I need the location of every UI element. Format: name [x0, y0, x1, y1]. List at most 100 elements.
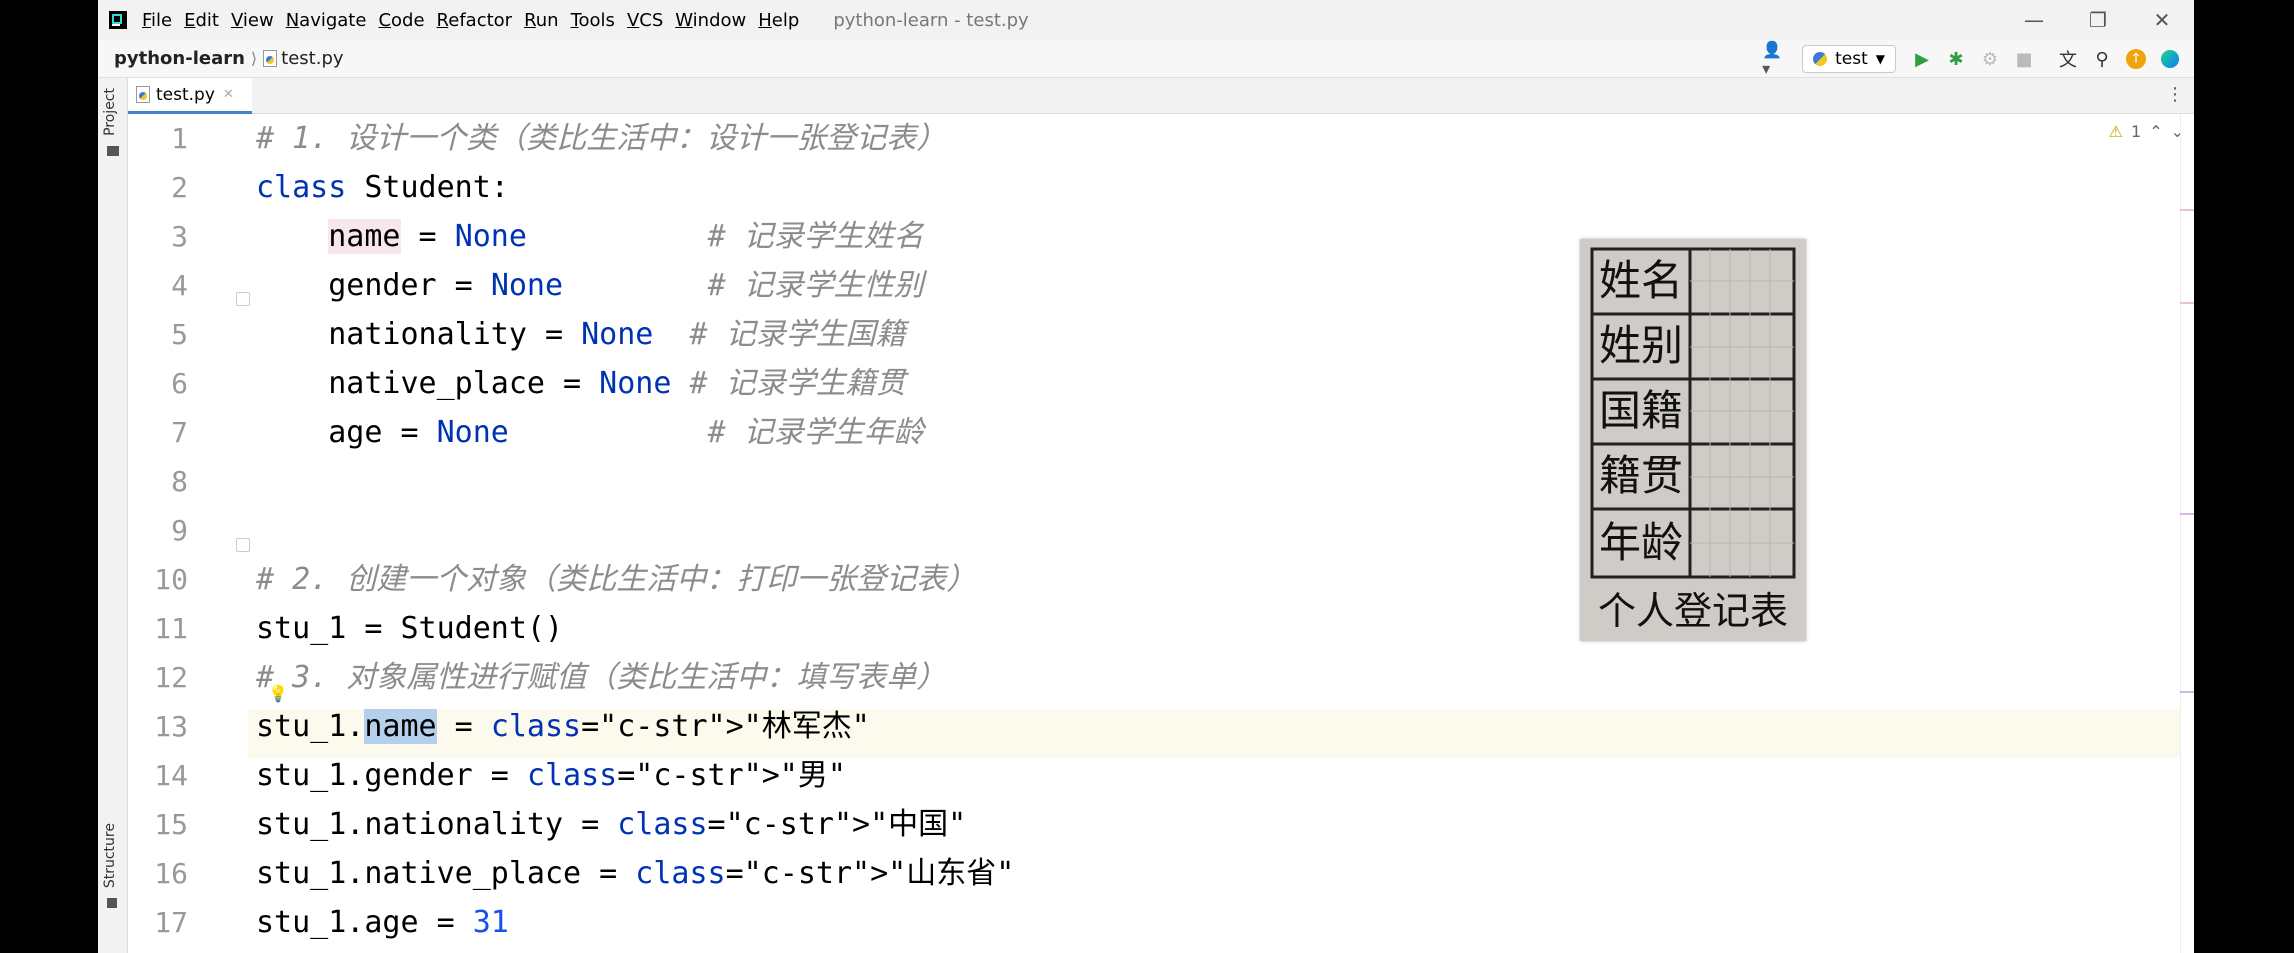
code-line[interactable]: # 3. 对象属性进行赋值（类比生活中：填写表单）	[256, 653, 946, 702]
error-stripe-marker[interactable]	[2180, 513, 2194, 515]
code-line[interactable]: stu_1 = Student()	[256, 604, 563, 653]
project-tool-window-button[interactable]: Project	[102, 88, 118, 136]
close-tab-icon[interactable]: ✕	[223, 87, 234, 102]
code-line[interactable]: class Student:	[256, 163, 509, 212]
minimize-icon[interactable]: —	[2002, 0, 2066, 40]
line-number: 6	[171, 367, 188, 400]
code-line[interactable]: gender = None # 记录学生性别	[256, 261, 923, 310]
stop-icon[interactable]: ■	[2010, 45, 2038, 73]
code-line[interactable]: stu_1.nationality = class="c-str">"中国"	[256, 800, 966, 849]
menu-window[interactable]: Window	[675, 10, 746, 31]
line-number: 2	[171, 171, 188, 204]
code-line[interactable]: stu_1.age = 31	[256, 898, 509, 947]
structure-icon	[107, 898, 117, 908]
line-number: 17	[154, 906, 188, 939]
error-stripe-marker[interactable]	[2180, 209, 2194, 211]
chevron-up-icon[interactable]: ⌃	[2149, 122, 2162, 141]
user-account-icon[interactable]: 👤▾	[1762, 40, 1788, 78]
update-icon[interactable]: ↑	[2122, 45, 2150, 73]
fold-start-icon[interactable]	[236, 292, 250, 306]
line-number: 3	[171, 220, 188, 253]
structure-tool-window-button[interactable]: Structure	[102, 823, 118, 888]
line-number: 13	[154, 710, 188, 743]
more-options-icon[interactable]: ⋮	[2166, 84, 2184, 105]
translate-icon[interactable]: 文	[2054, 45, 2082, 73]
code-line[interactable]: stu_1.gender = class="c-str">"男"	[256, 751, 846, 800]
line-number: 16	[154, 857, 188, 890]
line-number: 14	[154, 759, 188, 792]
code-line[interactable]: # 1. 设计一个类（类比生活中：设计一张登记表）	[256, 114, 946, 163]
code-line[interactable]: nationality = None # 记录学生国籍	[256, 310, 905, 359]
ide-window: File Edit View Navigate Code Refactor Ru…	[98, 0, 2194, 953]
code-area[interactable]: # 1. 设计一个类（类比生活中：设计一张登记表） class Student: …	[256, 114, 2176, 953]
inspection-widget[interactable]: ⚠ 1 ⌃ ⌄	[2101, 122, 2184, 141]
line-number-gutter: 1 2 3 4 5 6 7 8 9 10 11 12 13 14 15 16 1…	[128, 114, 250, 953]
menu-tools[interactable]: Tools	[571, 10, 615, 31]
main-toolbar: 👤▾ test ▼ ▶ ✱ ⚙ ■ 文 ⚲ ↑	[1762, 40, 2184, 78]
handwritten-form: 姓名 姓别 国籍 籍贯 年龄 个人登记表	[1590, 247, 1796, 633]
form-row-label: 年龄	[1599, 518, 1683, 567]
search-icon[interactable]: ⚲	[2088, 45, 2116, 73]
navigation-bar: python-learn ⟩ test.py 👤▾ test ▼ ▶ ✱ ⚙ ■…	[98, 40, 2194, 78]
line-number: 7	[171, 416, 188, 449]
close-icon[interactable]: ✕	[2130, 0, 2194, 40]
title-bar: File Edit View Navigate Code Refactor Ru…	[98, 0, 2194, 40]
form-row-label: 国籍	[1599, 386, 1683, 435]
form-row-label: 籍贯	[1599, 451, 1683, 500]
menu-run[interactable]: Run	[524, 10, 559, 31]
line-number: 11	[154, 612, 188, 645]
code-line[interactable]: name = None # 记录学生姓名	[256, 212, 924, 261]
debug-icon[interactable]: ✱	[1942, 45, 1970, 73]
menu-view[interactable]: View	[231, 10, 274, 31]
line-number: 9	[171, 514, 188, 547]
form-caption: 个人登记表	[1598, 589, 1788, 633]
menu-vcs[interactable]: VCS	[627, 10, 663, 31]
run-configuration-label: test	[1835, 49, 1868, 69]
editor-tabs: test.py ✕ ⋮	[128, 78, 2194, 114]
registration-form-image: 姓名 姓别 国籍 籍贯 年龄 个人登记表	[1580, 239, 1806, 641]
form-row-label: 姓名	[1599, 256, 1683, 305]
editor-scrollbar[interactable]	[2180, 114, 2194, 953]
warning-icon: ⚠	[2108, 122, 2123, 141]
line-number: 1	[171, 122, 188, 155]
python-file-icon	[136, 86, 150, 103]
coverage-icon[interactable]: ⚙	[1976, 45, 2004, 73]
menu-file[interactable]: File	[142, 10, 172, 31]
run-configuration-select[interactable]: test ▼	[1802, 45, 1896, 73]
pycharm-logo-icon	[109, 11, 127, 29]
error-stripe-marker[interactable]	[2180, 302, 2194, 304]
menu-code[interactable]: Code	[378, 10, 424, 31]
line-number: 12	[154, 661, 188, 694]
code-line[interactable]: age = None # 记录学生年龄	[256, 408, 923, 457]
breadcrumb-project[interactable]: python-learn	[114, 48, 245, 69]
main-menu: File Edit View Navigate Code Refactor Ru…	[142, 10, 811, 31]
python-file-icon	[263, 50, 278, 67]
code-line[interactable]: native_place = None # 记录学生籍贯	[256, 359, 905, 408]
lightbulb-icon[interactable]: 💡	[268, 684, 288, 703]
jetbrains-plugin-icon[interactable]	[2156, 45, 2184, 73]
screen-border-left	[0, 0, 98, 953]
code-line[interactable]: stu_1.name = class="c-str">"林军杰"	[256, 702, 870, 751]
breadcrumb-file[interactable]: test.py	[281, 48, 343, 69]
tab-label: test.py	[156, 84, 215, 105]
python-config-icon	[1813, 52, 1828, 66]
menu-navigate[interactable]: Navigate	[286, 10, 367, 31]
code-line[interactable]: # 2. 创建一个对象（类比生活中：打印一张登记表）	[256, 555, 976, 604]
line-number: 8	[171, 465, 188, 498]
tab-test-py[interactable]: test.py ✕	[128, 78, 252, 114]
menu-help[interactable]: Help	[758, 10, 799, 31]
chevron-down-icon: ▼	[1875, 52, 1885, 66]
form-row-label: 姓别	[1599, 321, 1683, 370]
screen-border-right	[2194, 0, 2294, 953]
window-controls: — ❐ ✕	[2002, 0, 2194, 40]
restore-icon[interactable]: ❐	[2066, 0, 2130, 40]
run-icon[interactable]: ▶	[1908, 45, 1936, 73]
code-line[interactable]: stu_1.native_place = class="c-str">"山东省"	[256, 849, 1014, 898]
line-number: 5	[171, 318, 188, 351]
error-stripe-marker[interactable]	[2180, 691, 2194, 693]
breadcrumb-separator-icon: ⟩	[250, 49, 258, 68]
code-editor[interactable]: 1 2 3 4 5 6 7 8 9 10 11 12 13 14 15 16 1…	[128, 114, 2194, 953]
menu-edit[interactable]: Edit	[184, 10, 219, 31]
menu-refactor[interactable]: Refactor	[437, 10, 513, 31]
fold-end-icon[interactable]	[236, 538, 250, 552]
